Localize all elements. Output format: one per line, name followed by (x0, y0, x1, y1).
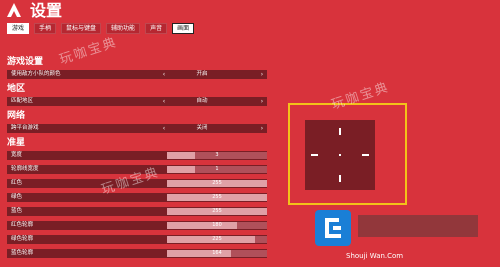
arrow-right-icon[interactable]: › (258, 124, 266, 133)
site-url: Shouji Wan.Com (346, 252, 404, 260)
slider-value: 3 (215, 152, 219, 158)
crosshair-right-line (362, 154, 369, 156)
site-logo-icon (315, 210, 351, 246)
slider-value: 255 (212, 194, 222, 200)
slider-value: 164 (212, 250, 222, 256)
row-label: 红色轮廓 (11, 222, 34, 228)
row-value: 开启 (196, 71, 208, 77)
slider-value: 255 (212, 208, 222, 214)
section-network: 网络 (7, 111, 26, 121)
row-green[interactable]: 绿色 255 (7, 193, 267, 202)
row-outline-red[interactable]: 红色轮廓 180 (7, 221, 267, 230)
tab-game[interactable]: 游戏 (7, 23, 30, 34)
row-outline-green[interactable]: 绿色轮廓 225 (7, 235, 267, 244)
tab-video[interactable]: 画面 (172, 23, 195, 34)
row-width[interactable]: 宽度 3 (7, 151, 267, 160)
row-label: 绿色 (11, 194, 23, 200)
page-title: 设置 (30, 1, 63, 20)
row-blue[interactable]: 蓝色 255 (7, 207, 267, 216)
tab-controller[interactable]: 手柄 (34, 23, 57, 34)
green-slider[interactable]: 255 (167, 194, 267, 201)
section-game-settings: 游戏设置 (7, 57, 44, 67)
outline-width-slider[interactable]: 1 (167, 166, 267, 173)
crosshair-bottom-line (339, 175, 341, 182)
arrow-right-icon[interactable]: › (258, 70, 266, 79)
blue-slider[interactable]: 255 (167, 208, 267, 215)
settings-tabs: 游戏 手柄 鼠标与键盘 辅助功能 声音 画面 (7, 23, 195, 34)
row-label: 绿色轮廓 (11, 236, 34, 242)
outline-blue-slider[interactable]: 164 (167, 250, 267, 257)
red-slider[interactable]: 255 (167, 180, 267, 187)
crosshair-preview (305, 120, 375, 190)
row-label: 红色 (11, 180, 23, 186)
row-outline-blue[interactable]: 蓝色轮廓 164 (7, 249, 267, 258)
width-slider[interactable]: 3 (167, 152, 267, 159)
outline-green-slider[interactable]: 225 (167, 236, 267, 243)
tab-audio[interactable]: 声音 (145, 23, 168, 34)
row-label: 跨平台游戏 (11, 125, 39, 131)
blurred-site-title (358, 215, 478, 237)
row-enemy-color[interactable]: 使用敌方小队的颜色 ‹ 开启 › (7, 70, 267, 79)
row-value: 关闭 (196, 125, 208, 131)
row-label: 宽度 (11, 152, 23, 158)
row-label: 轮廓线宽度 (11, 166, 39, 172)
row-label: 蓝色轮廓 (11, 250, 34, 256)
row-match-region[interactable]: 匹配地区 ‹ 自动 › (7, 97, 267, 106)
row-label: 使用敌方小队的颜色 (11, 71, 61, 77)
section-region: 地区 (7, 84, 26, 94)
apex-logo-icon (7, 3, 21, 17)
row-crossplay[interactable]: 跨平台游戏 ‹ 关闭 › (7, 124, 267, 133)
row-label: 匹配地区 (11, 98, 34, 104)
watermark-text: 玩咖宝典 (57, 34, 120, 68)
tab-mouse-keyboard[interactable]: 鼠标与键盘 (61, 23, 102, 34)
slider-value: 180 (212, 222, 222, 228)
crosshair-left-line (311, 154, 318, 156)
row-value: 自动 (196, 98, 208, 104)
crosshair-center-dot (339, 154, 341, 156)
slider-value: 1 (215, 166, 219, 172)
crosshair-top-line (339, 128, 341, 135)
row-label: 蓝色 (11, 208, 23, 214)
slider-value: 255 (212, 180, 222, 186)
section-crosshair: 准星 (7, 138, 26, 148)
slider-value: 225 (212, 236, 222, 242)
arrow-right-icon[interactable]: › (258, 97, 266, 106)
outline-red-slider[interactable]: 180 (167, 222, 267, 229)
